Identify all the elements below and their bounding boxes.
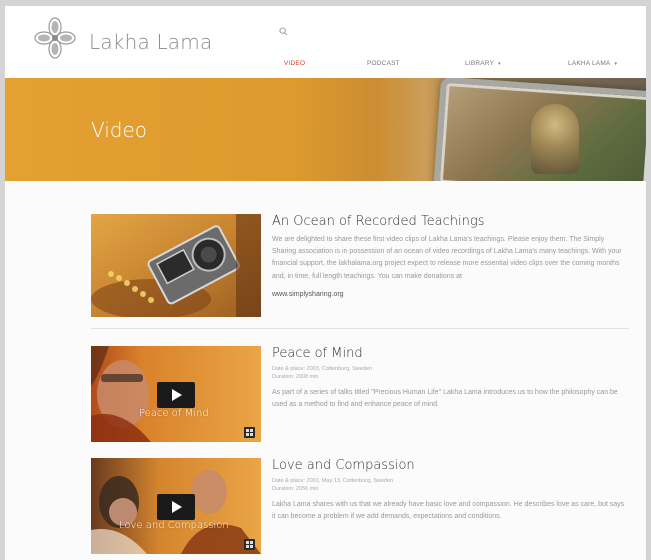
- play-button[interactable]: [157, 494, 195, 520]
- article-content: An Ocean of Recorded Teachings We are de…: [272, 214, 629, 301]
- video-content: Peace of Mind Date & place: 2003, Cotten…: [272, 346, 629, 411]
- nav-lakha-lama-label: LAKHA LAMA: [568, 60, 611, 67]
- site-name[interactable]: Lakha Lama: [89, 30, 212, 54]
- lotus-logo-icon[interactable]: [33, 16, 77, 60]
- video-title[interactable]: Love and Compassion: [272, 458, 629, 474]
- video-item: Love and Compassion Love and Compassion …: [91, 458, 629, 558]
- video-thumbnail[interactable]: Love and Compassion: [91, 458, 261, 554]
- grid-icon[interactable]: [244, 539, 255, 550]
- chevron-down-icon: ▾: [498, 61, 501, 67]
- grid-icon[interactable]: [244, 427, 255, 438]
- page-title: Video: [91, 118, 148, 142]
- nav-podcast-label: PODCAST: [367, 60, 400, 67]
- video-description: Lakha Lama shares with us that we alread…: [272, 501, 625, 521]
- video-date-place: Date & place: 2001, May 13, Cottenburg, …: [272, 478, 394, 484]
- video-date-place: Date & place: 2003, Cottenburg, Sweden: [272, 366, 372, 372]
- video-thumbnail[interactable]: Peace of Mind: [91, 346, 261, 442]
- page-banner: Video: [5, 78, 646, 181]
- search-icon[interactable]: [279, 27, 288, 36]
- divider: [91, 328, 629, 329]
- video-description: As part of a series of talks titled "Pre…: [272, 389, 618, 409]
- play-button[interactable]: [157, 382, 195, 408]
- nav-video[interactable]: VIDEO: [284, 60, 305, 67]
- nav-lakha-lama[interactable]: LAKHA LAMA ▾: [568, 60, 617, 67]
- thumbnail-caption: Peace of Mind: [139, 408, 209, 419]
- banner-statue-image: [531, 104, 579, 174]
- thumbnail-caption: Love and Compassion: [119, 520, 229, 531]
- video-duration: Duration: 2008 min: [272, 374, 319, 380]
- video-item: Peace of Mind Peace of Mind Date & place…: [91, 346, 629, 446]
- page: Lakha Lama VIDEO PODCAST LIBRARY ▾ LAKHA …: [5, 6, 646, 560]
- article-title[interactable]: An Ocean of Recorded Teachings: [272, 214, 629, 230]
- donation-link[interactable]: www.simplysharing.org: [272, 291, 344, 298]
- chevron-down-icon: ▾: [614, 61, 618, 67]
- video-title[interactable]: Peace of Mind: [272, 346, 629, 362]
- article-description: We are delighted to share these first vi…: [272, 236, 622, 280]
- article-thumbnail[interactable]: [91, 214, 261, 317]
- video-content: Love and Compassion Date & place: 2001, …: [272, 458, 629, 523]
- camera-photo-image: [91, 214, 261, 317]
- nav-podcast[interactable]: PODCAST: [367, 60, 400, 67]
- nav-video-label: VIDEO: [284, 60, 306, 67]
- nav-library[interactable]: LIBRARY ▾: [465, 60, 501, 67]
- video-duration: Duration: 2056 min: [272, 486, 319, 492]
- nav-library-label: LIBRARY: [465, 60, 495, 67]
- article-item: An Ocean of Recorded Teachings We are de…: [91, 214, 629, 322]
- site-header: Lakha Lama VIDEO PODCAST LIBRARY ▾ LAKHA …: [5, 6, 646, 78]
